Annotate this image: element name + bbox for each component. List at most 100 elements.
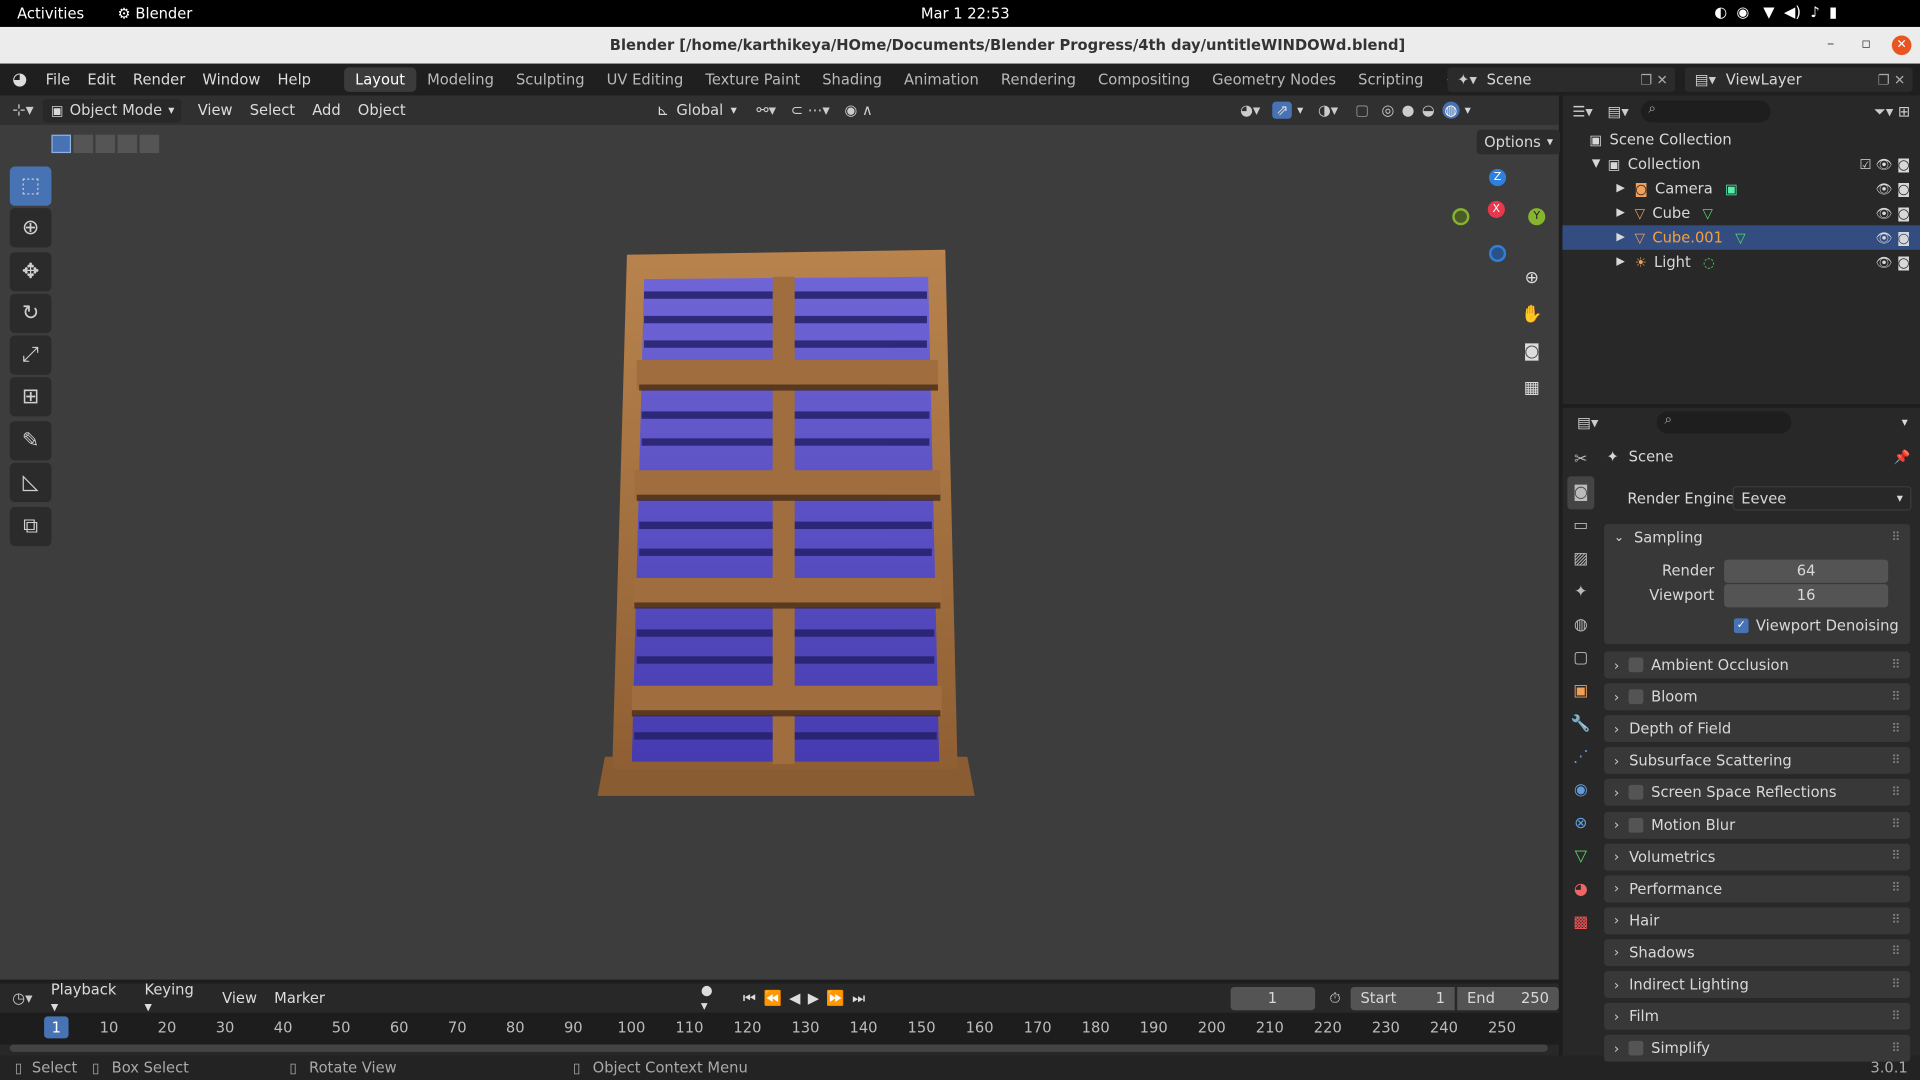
item-visibility-icons[interactable]: 👁 ◙ (1876, 205, 1910, 221)
timeline-editor-icon[interactable]: ◷▾ (12, 989, 32, 1006)
item-visibility-icons[interactable]: 👁 ◙ (1876, 181, 1910, 197)
render-engine-dropdown[interactable]: Eevee ▾ (1732, 486, 1912, 511)
display-mode-icon[interactable]: ▤▾ (1608, 103, 1629, 120)
collection-tab-icon[interactable]: ▢ (1567, 642, 1594, 675)
modifier-tab-icon[interactable]: 🔧 (1567, 708, 1594, 741)
panel-simplify[interactable]: › Simplify ⠿ (1604, 1034, 1911, 1062)
proportional-edit-icon[interactable]: ◉ ∧ (844, 102, 872, 119)
move-tool-icon[interactable]: ✥ (9, 252, 52, 292)
gizmo-neg-y-axis[interactable] (1452, 208, 1470, 226)
pan-hand-icon[interactable]: ✋ (1517, 305, 1546, 334)
panel-film[interactable]: › Film ⠿ (1604, 1002, 1911, 1030)
drag-handle-icon[interactable]: ⠿ (1891, 1042, 1900, 1055)
tab-uv-editing[interactable]: UV Editing (596, 67, 695, 91)
viewport-menu-object[interactable]: Object (349, 102, 414, 119)
maximize-icon[interactable]: ▫ (1861, 34, 1871, 51)
transform-orientation-dropdown[interactable]: ⊾ Global ▾ (652, 99, 742, 122)
tab-shading[interactable]: Shading (811, 67, 893, 91)
object-tab-icon[interactable]: ▣ (1567, 675, 1594, 708)
panel-indirect-lighting[interactable]: › Indirect Lighting ⠿ (1604, 971, 1911, 998)
properties-editor-icon[interactable]: ▤▾ (1577, 414, 1598, 431)
outliner-editor-icon[interactable]: ☰▾ (1572, 103, 1593, 120)
drag-handle-icon[interactable]: ⠿ (1891, 1010, 1900, 1023)
viewport-samples-field[interactable]: 16 (1724, 583, 1889, 607)
item-visibility-icons[interactable]: 👁 ◙ (1876, 230, 1910, 246)
end-frame-field[interactable]: End 250 (1457, 986, 1559, 1010)
expand-arrow-icon[interactable]: ▶ (1616, 231, 1624, 243)
gizmo-y-axis[interactable]: Y (1528, 208, 1546, 226)
panel-subsurface-scattering[interactable]: › Subsurface Scattering ⠿ (1604, 747, 1911, 775)
record-icon[interactable]: ● ▾ (701, 982, 723, 1014)
tab-rendering[interactable]: Rendering (990, 67, 1087, 91)
playback-controls[interactable]: ⏮⏪◀▶⏩⏭ (743, 989, 873, 1007)
window-3d-object[interactable] (588, 242, 992, 805)
gizmo-toggle-icon[interactable]: ⇗ (1272, 101, 1293, 119)
drag-handle-icon[interactable]: ⠿ (1891, 818, 1900, 831)
tab-sculpting[interactable]: Sculpting (505, 67, 596, 91)
tab-animation[interactable]: Animation (893, 67, 990, 91)
panel-depth-of-field[interactable]: › Depth of Field ⠿ (1604, 715, 1911, 743)
overlays-icon[interactable]: ◑▾ (1318, 102, 1338, 119)
chevron-down-icon[interactable]: ▾ (1297, 103, 1303, 116)
viewport-menu-select[interactable]: Select (241, 102, 303, 119)
tab-scripting[interactable]: Scripting (1347, 67, 1434, 91)
panel-motion-blur[interactable]: › Motion Blur ⠿ (1604, 811, 1911, 839)
tab-texture-paint[interactable]: Texture Paint (694, 67, 811, 91)
pivot-point-icon[interactable]: ⚯▾ (756, 102, 776, 119)
panel-enable-checkbox[interactable] (1629, 785, 1644, 801)
view-layer-tab-icon[interactable]: ▨ (1567, 542, 1594, 575)
gizmo-x-axis[interactable]: X (1487, 200, 1505, 218)
viewport-menu-add[interactable]: Add (304, 102, 350, 119)
select-invert-icon[interactable] (117, 134, 138, 153)
gizmo-z-axis[interactable]: Z (1488, 168, 1507, 187)
new-scene-icon[interactable]: ❐ ✕ (1640, 72, 1675, 88)
tool-tab-icon[interactable]: ✂ (1567, 443, 1594, 476)
xray-icon[interactable]: ▢ (1355, 102, 1369, 119)
annotate-tool-icon[interactable]: ✎ (9, 421, 52, 461)
select-intersect-icon[interactable] (139, 134, 160, 153)
menu-file[interactable]: File (37, 71, 79, 88)
panel-shadows[interactable]: › Shadows ⠿ (1604, 939, 1911, 966)
item-visibility-icons[interactable]: 👁 ◙ (1876, 254, 1910, 270)
viewport-denoising-checkbox[interactable]: ✓ (1733, 618, 1749, 634)
timeline-scrollbar[interactable] (9, 1044, 1548, 1052)
physics-tab-icon[interactable]: ◉ (1567, 774, 1594, 807)
panel-enable-checkbox[interactable] (1629, 817, 1644, 833)
gizmo-neg-z-axis[interactable] (1488, 244, 1507, 263)
mode-dropdown[interactable]: ▣ Object Mode ▾ (43, 98, 182, 122)
pin-icon[interactable]: 📌 (1893, 449, 1910, 465)
drag-handle-icon[interactable]: ⠿ (1891, 978, 1900, 991)
render-tab-icon[interactable]: ◙ (1567, 476, 1595, 510)
output-tab-icon[interactable]: ▭ (1567, 509, 1594, 542)
outliner-item-cube-001[interactable]: ▶ ▽ Cube.001 ▽ 👁 ◙ (1562, 225, 1920, 250)
visibility-icon[interactable]: ◕▾ (1240, 102, 1260, 119)
select-subtract-icon[interactable] (95, 134, 116, 153)
outliner-item-light[interactable]: ▶ ☀ Light ◌ 👁 ◙ (1562, 250, 1920, 274)
cursor-tool-icon[interactable]: ⊕ (9, 208, 52, 248)
panel-ambient-occlusion[interactable]: › Ambient Occlusion ⠿ (1604, 651, 1911, 679)
add-cube-tool-icon[interactable]: ⧉ (9, 506, 52, 547)
expand-arrow-icon[interactable]: ▶ (1616, 182, 1624, 194)
panel-enable-checkbox[interactable] (1629, 689, 1644, 705)
material-shading-icon[interactable]: ◒ (1422, 102, 1435, 119)
clock[interactable]: Mar 1 22:53 (921, 5, 1010, 22)
scene-tab-icon[interactable]: ✦ (1567, 576, 1594, 609)
drag-handle-icon[interactable]: ⠿ (1891, 658, 1900, 671)
tab-geometry-nodes[interactable]: Geometry Nodes (1201, 67, 1347, 91)
select-box-tool-icon[interactable]: ⬚ (9, 166, 52, 206)
timeline-menu-playback[interactable]: Playback ▾ (42, 981, 136, 1015)
tab-layout[interactable]: Layout (344, 67, 417, 92)
drag-handle-icon[interactable]: ⠿ (1891, 882, 1900, 895)
scene-selector[interactable]: ✦▾ Scene ❐ ✕ (1447, 67, 1676, 92)
select-set-icon[interactable] (51, 134, 72, 153)
transform-tool-icon[interactable]: ⊞ (9, 377, 52, 417)
drag-handle-icon[interactable]: ⠿ (1891, 946, 1900, 959)
expand-arrow-icon[interactable]: ▶ (1616, 256, 1624, 268)
data-tab-icon[interactable]: ▽ (1567, 840, 1594, 873)
properties-search-input[interactable]: ⌕ (1657, 411, 1792, 434)
frame-ruler[interactable]: 1 10 20 30 40 50 60 70 80 90 100 110 120 130 140 150 160… (0, 1012, 1559, 1045)
panel-volumetrics[interactable]: › Volumetrics ⠿ (1604, 843, 1911, 871)
select-extend-icon[interactable] (73, 134, 94, 153)
chevron-down-icon[interactable]: ▾ (1902, 416, 1908, 429)
panel-enable-checkbox[interactable] (1629, 657, 1644, 673)
